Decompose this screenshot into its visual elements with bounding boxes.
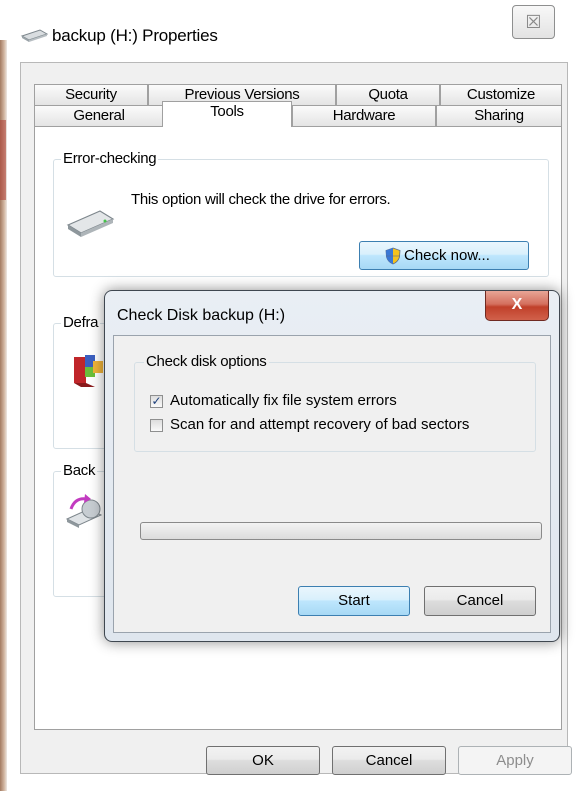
- scan-bad-sectors-label: Scan for and attempt recovery of bad sec…: [170, 416, 470, 433]
- window-title: backup (H:) Properties: [52, 26, 218, 45]
- apply-label: Apply: [496, 752, 534, 769]
- tab-label: Tools: [210, 103, 244, 120]
- dialog-close-button[interactable]: X: [485, 291, 549, 321]
- cancel-label: Cancel: [365, 752, 413, 769]
- drive-icon: [20, 29, 48, 42]
- tab-customize[interactable]: Customize: [440, 84, 562, 105]
- tab-sharing[interactable]: Sharing: [436, 105, 562, 126]
- check-now-label: Check now...: [404, 247, 490, 264]
- checkmark-icon: ✓: [151, 394, 162, 408]
- dialog-body: Check disk options ✓ Automatically fix f…: [113, 335, 551, 633]
- check-now-button[interactable]: Check now...: [359, 241, 529, 270]
- close-icon: ☒: [525, 11, 542, 32]
- start-label: Start: [338, 592, 370, 609]
- window-close-button[interactable]: ☒: [512, 5, 555, 39]
- tab-security[interactable]: Security: [34, 84, 148, 105]
- ok-label: OK: [252, 752, 274, 769]
- dialog-cancel-label: Cancel: [456, 592, 504, 609]
- check-disk-dialog: Check Disk backup (H:) X Check disk opti…: [104, 290, 560, 642]
- backup-label: Back: [61, 462, 98, 479]
- close-icon: X: [511, 296, 523, 313]
- backup-icon: [65, 494, 103, 528]
- tab-tools[interactable]: Tools: [162, 101, 292, 127]
- tab-label: Hardware: [332, 107, 396, 124]
- tab-label: Customize: [466, 86, 536, 103]
- defragmentation-label: Defra: [61, 314, 101, 331]
- dialog-title: Check Disk backup (H:): [117, 307, 286, 324]
- tab-label: General: [73, 107, 125, 124]
- error-checking-description: This option will check the drive for err…: [131, 191, 391, 208]
- tab-quota[interactable]: Quota: [336, 84, 440, 105]
- dialog-cancel-button[interactable]: Cancel: [424, 586, 536, 616]
- uac-shield-icon: [385, 247, 401, 265]
- tab-hardware[interactable]: Hardware: [292, 105, 436, 126]
- background-desktop-strip-red: [0, 120, 6, 200]
- apply-button[interactable]: Apply: [458, 746, 572, 775]
- tab-label: Sharing: [474, 107, 524, 124]
- scan-bad-sectors-checkbox[interactable]: [150, 419, 163, 432]
- drive-icon: [66, 210, 115, 237]
- check-disk-options-label: Check disk options: [144, 353, 269, 370]
- cancel-button[interactable]: Cancel: [332, 746, 446, 775]
- auto-fix-checkbox[interactable]: ✓: [150, 395, 163, 408]
- check-disk-progress-bar: [140, 522, 542, 540]
- defragment-icon: [74, 355, 103, 387]
- tab-label: Quota: [368, 86, 408, 103]
- auto-fix-label: Automatically fix file system errors: [170, 392, 397, 409]
- error-checking-label: Error-checking: [61, 150, 159, 167]
- tab-label: Security: [65, 86, 117, 103]
- ok-button[interactable]: OK: [206, 746, 320, 775]
- tab-general[interactable]: General: [34, 105, 164, 126]
- start-button[interactable]: Start: [298, 586, 410, 616]
